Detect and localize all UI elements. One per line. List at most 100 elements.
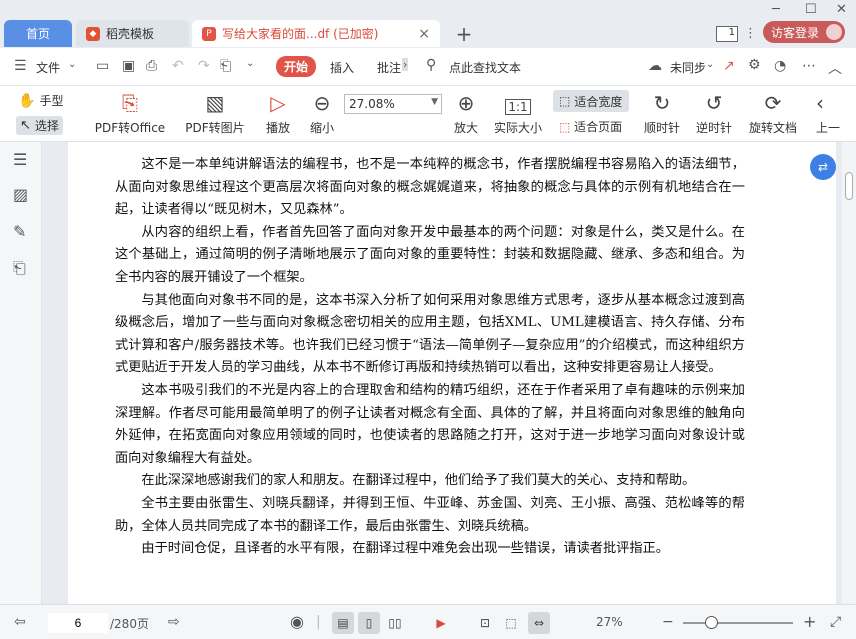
continuous-view-icon[interactable]: ▯ [358, 612, 380, 634]
tab-document-label: 写给大家看的面...df (已加密) [222, 27, 379, 41]
hand-icon: ✋ [18, 92, 36, 109]
attachment-icon[interactable]: ⎗ [13, 258, 26, 278]
zoom-dropdown-icon: ▼ [431, 97, 438, 107]
two-page-view-icon[interactable]: ▯▯ [384, 612, 406, 634]
hamburger-menu-icon[interactable]: ☰ [14, 58, 27, 74]
ribbon-toolbar: ✋ 手型 ↖ 选择 ⎘ PDF转Office ▧ PDF转图片 ▷ 播放 ⊖ 缩小 27.0… [0, 86, 856, 142]
actual-size-label: 实际大小 [493, 121, 542, 135]
select-tool[interactable]: ↖ 选择 [16, 116, 63, 135]
sync-status[interactable]: 未同步 [670, 59, 706, 76]
quick-access-dropdown-icon[interactable]: ⌄ [246, 58, 254, 69]
tab-template-label: 稻壳模板 [106, 27, 155, 41]
open-folder-icon[interactable]: ▭ [96, 58, 109, 74]
chevron-down-icon[interactable]: ⌄ [68, 59, 76, 70]
page-number-input[interactable] [48, 613, 108, 633]
export-icon[interactable]: ⎗ [220, 58, 231, 74]
tab-document[interactable]: P 写给大家看的面...df (已加密) × [192, 20, 440, 47]
pdf-to-office-button[interactable]: ⎘ PDF转Office [90, 86, 170, 142]
zoom-value: 27.08% [349, 97, 395, 111]
maximize-icon[interactable]: ☐ [805, 2, 817, 17]
more-icon[interactable]: ⋯ [802, 58, 816, 74]
vertical-scrollbar[interactable] [842, 142, 856, 604]
zoom-out-label: 缩小 [309, 121, 334, 135]
annotation-icon[interactable]: ✎ [13, 222, 26, 241]
zoom-percentage[interactable]: 27% [596, 615, 623, 629]
left-sidebar: ☰ ▨ ✎ ⎗ [0, 142, 42, 604]
outline-icon[interactable]: ☰ [13, 150, 27, 169]
tab-home-label: 首页 [25, 27, 50, 41]
tab-annotate[interactable]: 批注 [377, 59, 401, 76]
play-slideshow-icon[interactable]: ▶ [430, 612, 452, 634]
actual-size-status-icon[interactable]: ⊡ [474, 612, 496, 634]
login-button[interactable]: 访客登录 [763, 21, 845, 43]
fit-page-status-icon[interactable]: ⬚ [500, 612, 522, 634]
page-text: 这不是一本单纯讲解语法的编程书，也不是一本纯粹的概念书，作者摆脱编程书容易陷入的… [115, 154, 745, 561]
rotate-counterclockwise-button[interactable]: ↺ 逆时针 [694, 86, 734, 142]
total-pages: /280页 [110, 617, 149, 631]
sync-dropdown-icon[interactable]: ⌄ [706, 59, 714, 70]
minimize-icon[interactable]: ─ [772, 2, 780, 17]
previous-icon: ‹ [816, 91, 824, 115]
rotate-clockwise-button[interactable]: ↻ 顺时针 [642, 86, 682, 142]
zoom-out-icon: ⊖ [313, 91, 331, 115]
zoom-select[interactable]: 27.08% ▼ [344, 94, 442, 114]
play-icon: ▷ [270, 91, 286, 115]
ribbon-scroll-right-icon[interactable]: › [402, 58, 409, 71]
paragraph: 这不是一本单纯讲解语法的编程书，也不是一本纯粹的概念书，作者摆脱编程书容易陷入的… [115, 157, 745, 218]
divider: | [316, 614, 321, 630]
status-bar: ⇦ /280页 ⇨ ◉ | ▤ ▯ ▯▯ ▶ ⊡ ⬚ ⇔ 27% − + ⤢ [0, 604, 856, 639]
save-icon[interactable]: ▣ [122, 58, 135, 74]
zoom-out-button[interactable]: ⊖ 缩小 [304, 86, 340, 142]
tab-insert[interactable]: 插入 [330, 59, 354, 76]
rotate-ccw-icon: ↺ [705, 91, 723, 115]
fit-width-button[interactable]: ⬚ 适合宽度 [553, 90, 629, 112]
redo-icon[interactable]: ↷ [198, 58, 210, 74]
fullscreen-icon[interactable]: ⤢ [830, 614, 841, 630]
tab-close-icon[interactable]: × [418, 26, 430, 42]
window-close-icon[interactable]: ✕ [836, 2, 847, 17]
search-text-button[interactable]: 点此查找文本 [449, 59, 521, 76]
paragraph: 在此深深地感谢我们的家人和朋友。在翻译过程中，他们给予了我们莫大的关心、支持和帮… [141, 473, 696, 489]
new-tab-button[interactable]: + [452, 20, 476, 47]
plus-icon: + [455, 21, 473, 46]
fit-page-button[interactable]: ⬚ 适合页面 [559, 118, 622, 135]
zoom-slider[interactable] [683, 616, 793, 629]
pdf-to-image-button[interactable]: ▧ PDF转图片 [180, 86, 250, 142]
next-page-icon[interactable]: ⇨ [168, 614, 180, 630]
collapse-ribbon-icon[interactable]: ︿ [828, 58, 842, 78]
fit-width-status-icon[interactable]: ⇔ [528, 612, 550, 634]
paragraph: 与其他面向对象书不同的是，这本书深入分析了如何采用对象思维方式思考，逐步从基本概… [115, 292, 745, 376]
single-page-view-icon[interactable]: ▤ [332, 612, 354, 634]
tab-home[interactable]: 首页 [4, 20, 72, 47]
zoom-out-status-icon[interactable]: − [662, 614, 674, 630]
print-icon[interactable]: ⎙ [146, 58, 157, 74]
hand-tool[interactable]: ✋ 手型 [18, 92, 63, 109]
zoom-in-status-icon[interactable]: + [803, 612, 816, 631]
document-view[interactable]: 这不是一本单纯讲解语法的编程书，也不是一本纯粹的概念书，作者摆脱编程书容易陷入的… [42, 142, 856, 604]
play-button[interactable]: ▷ 播放 [258, 86, 298, 142]
cloud-sync-icon[interactable]: ☁ [648, 58, 662, 74]
eye-protection-icon[interactable]: ◉ [290, 612, 304, 631]
zoom-in-button[interactable]: ⊕ 放大 [448, 86, 484, 142]
tab-start[interactable]: 开始 [276, 56, 316, 77]
scrollbar-thumb[interactable] [845, 172, 853, 200]
zoom-slider-knob[interactable] [705, 616, 718, 629]
search-icon[interactable]: ⚲ [426, 57, 436, 73]
thumbnail-icon[interactable]: ▨ [13, 185, 28, 204]
actual-size-button[interactable]: 1:1 实际大小 [490, 86, 546, 142]
tab-template[interactable]: ◆ 稻壳模板 [76, 20, 189, 47]
undo-icon[interactable]: ↶ [172, 58, 184, 74]
translate-tool-icon[interactable]: ⇄ [810, 154, 836, 180]
window-count-badge[interactable]: 1 [716, 26, 738, 42]
fit-width-label: 适合宽度 [574, 94, 623, 109]
prev-page-icon[interactable]: ⇦ [14, 614, 26, 630]
settings-gear-icon[interactable]: ⚙ [748, 57, 761, 73]
window-menu-icon[interactable]: ⋮ [744, 26, 757, 41]
previous-page-button[interactable]: ‹ 上一 [816, 86, 846, 142]
rotate-ccw-label: 逆时针 [695, 121, 732, 135]
menu-file[interactable]: 文件 [36, 59, 60, 76]
share-icon[interactable]: ↗ [723, 58, 735, 74]
pdf-to-image-label: PDF转图片 [185, 121, 245, 135]
rotate-document-button[interactable]: ⟳ 旋转文档 [746, 86, 800, 142]
skin-icon[interactable]: ◔ [774, 58, 786, 74]
